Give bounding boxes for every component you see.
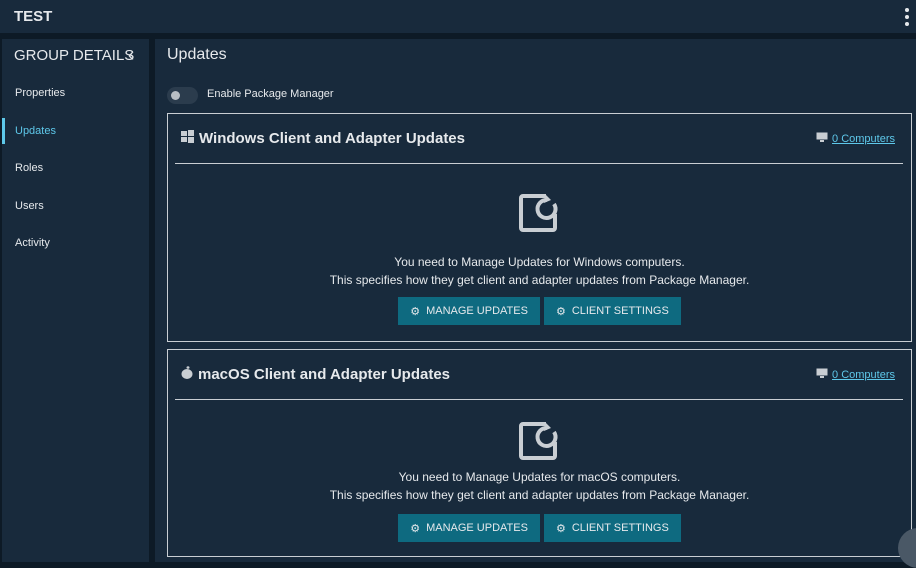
computers-link[interactable]: 0 Computers bbox=[816, 368, 895, 382]
client-settings-button[interactable]: ⚙ CLIENT SETTINGS bbox=[543, 514, 681, 542]
collapse-chevron-icon[interactable]: ‹ bbox=[128, 45, 134, 66]
group-title: TEST bbox=[14, 8, 53, 25]
client-settings-button[interactable]: ⚙ CLIENT SETTINGS bbox=[543, 297, 681, 325]
macos-updates-card: macOS Client and Adapter Updates 0 Compu… bbox=[167, 349, 912, 557]
update-icon bbox=[519, 422, 558, 460]
divider bbox=[175, 163, 903, 164]
divider bbox=[175, 399, 903, 400]
button-label: MANAGE UPDATES bbox=[426, 522, 528, 534]
message-line-2: This specifies how they get client and a… bbox=[329, 488, 750, 502]
sidebar-item-activity[interactable]: Activity bbox=[2, 230, 149, 256]
package-manager-toggle[interactable] bbox=[167, 87, 198, 104]
windows-updates-card: Windows Client and Adapter Updates 0 Com… bbox=[167, 113, 912, 342]
gears-icon: ⚙ bbox=[555, 522, 566, 535]
update-icon bbox=[519, 194, 558, 232]
toggle-label: Enable Package Manager bbox=[207, 88, 334, 100]
sidebar-item-properties[interactable]: Properties bbox=[2, 80, 149, 106]
main-panel: Updates Enable Package Manager Windows C… bbox=[155, 39, 916, 562]
sidebar: GROUP DETAILS ‹ Properties Updates Roles… bbox=[2, 39, 149, 562]
card-title: macOS Client and Adapter Updates bbox=[198, 366, 450, 383]
gears-icon: ⚙ bbox=[410, 522, 421, 535]
sidebar-item-updates[interactable]: Updates bbox=[2, 118, 149, 144]
page-title: Updates bbox=[167, 46, 227, 63]
gears-icon: ⚙ bbox=[555, 305, 566, 318]
apple-icon bbox=[181, 366, 193, 383]
top-bar: TEST bbox=[0, 0, 916, 33]
card-title: Windows Client and Adapter Updates bbox=[199, 130, 465, 147]
message-line-1: You need to Manage Updates for macOS com… bbox=[398, 470, 681, 484]
manage-updates-button[interactable]: ⚙ MANAGE UPDATES bbox=[398, 514, 540, 542]
button-label: CLIENT SETTINGS bbox=[571, 305, 669, 317]
manage-updates-button[interactable]: ⚙ MANAGE UPDATES bbox=[398, 297, 540, 325]
sidebar-item-roles[interactable]: Roles bbox=[2, 155, 149, 181]
button-label: CLIENT SETTINGS bbox=[571, 522, 669, 534]
computers-link[interactable]: 0 Computers bbox=[816, 132, 895, 146]
more-options-icon[interactable] bbox=[904, 8, 910, 26]
windows-icon bbox=[181, 130, 194, 147]
message-line-2: This specifies how they get client and a… bbox=[329, 273, 750, 287]
button-label: MANAGE UPDATES bbox=[426, 305, 528, 317]
computers-count[interactable]: 0 Computers bbox=[832, 133, 895, 145]
monitor-icon bbox=[816, 368, 828, 382]
monitor-icon bbox=[816, 132, 828, 146]
computers-count[interactable]: 0 Computers bbox=[832, 369, 895, 381]
sidebar-item-users[interactable]: Users bbox=[2, 193, 149, 219]
sidebar-heading: GROUP DETAILS bbox=[14, 47, 135, 64]
message-line-1: You need to Manage Updates for Windows c… bbox=[394, 255, 685, 269]
gears-icon: ⚙ bbox=[410, 305, 421, 318]
